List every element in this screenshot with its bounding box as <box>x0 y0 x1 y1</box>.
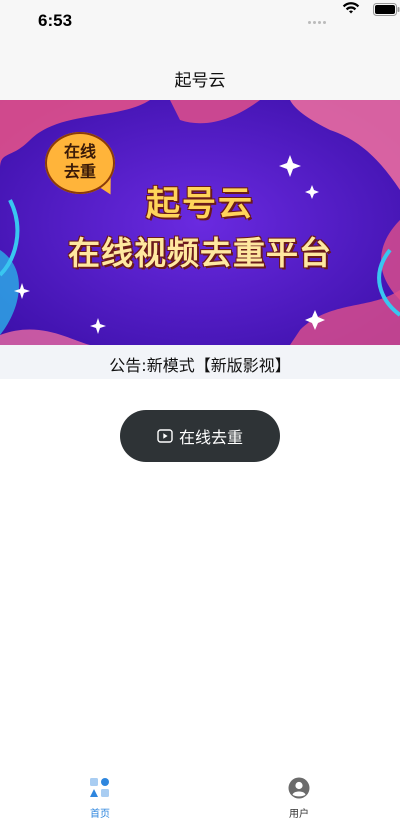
status-bar: 6:53 <box>0 0 400 44</box>
banner-subtitle: 在线视频去重平台 <box>67 234 332 272</box>
notice-text: 公告:新模式【新版影视】 <box>109 356 291 375</box>
play-video-icon <box>157 429 173 443</box>
tab-home[interactable]: 首页 <box>70 777 130 820</box>
tab-bar: 首页 用户 <box>0 765 400 820</box>
status-time: 6:53 <box>38 11 73 30</box>
battery-icon <box>373 3 400 16</box>
online-dedupe-button[interactable]: 在线去重 <box>120 410 280 462</box>
wifi-icon <box>342 2 360 14</box>
banner-title: 起号云 <box>146 184 254 224</box>
promo-banner[interactable]: 在线 去重 起号云 在线视频去重平台 <box>0 100 400 345</box>
tab-home-label: 首页 <box>90 809 110 820</box>
nav-header: 起号云 <box>0 44 400 100</box>
tab-user-label: 用户 <box>289 809 309 820</box>
page-title: 起号云 <box>174 71 226 91</box>
home-grid-icon <box>90 778 109 797</box>
user-avatar-icon <box>288 777 310 799</box>
dedupe-button-label: 在线去重 <box>178 428 243 447</box>
tab-user[interactable]: 用户 <box>269 777 329 820</box>
signal-dots-icon <box>308 9 330 24</box>
badge-line1: 在线 <box>63 142 96 161</box>
notice-bar: 公告:新模式【新版影视】 <box>0 345 400 379</box>
